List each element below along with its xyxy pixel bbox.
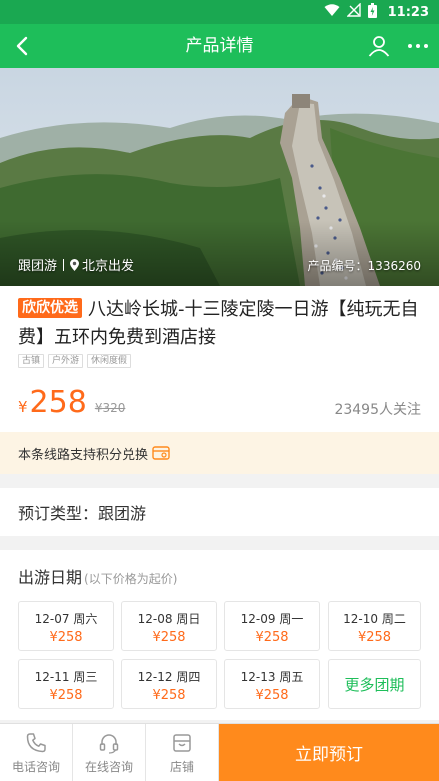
points-exchange-banner[interactable]: 本条线路支持积分兑换 [0,432,439,474]
date-label: 12-11 周三 [34,670,98,684]
battery-icon [367,2,377,22]
online-consult-button[interactable]: 在线咨询 [73,724,146,781]
brand-badge: 欣欣优选 [18,298,82,318]
headset-icon [98,731,120,755]
bottom-action-bar: 电话咨询 在线咨询 店铺 立即预订 [0,723,439,781]
travel-dates-title: 出游日期 [18,568,83,587]
status-time: 11:23 [387,4,429,20]
book-now-button[interactable]: 立即预订 [219,724,439,781]
travel-dates-section: 出游日期 (以下价格为起价) 12-07 周六 ¥258 12-08 周日 ¥25… [0,550,439,720]
status-bar: 11:23 [0,0,439,24]
product-title: 欣欣优选 八达岭长城-十三陵定陵一日游【纯玩无自费】五环内免费到酒店接 [18,296,426,352]
date-option[interactable]: 12-09 周一 ¥258 [224,601,320,651]
date-price: ¥258 [357,630,392,645]
travel-dates-note: (以下价格为起价) [84,572,178,586]
booking-type-label: 预订类型： [18,504,99,523]
phone-consult-button[interactable]: 电话咨询 [0,724,73,781]
price-currency: ¥ [18,398,28,416]
product-tag: 休闲度假 [87,354,132,368]
back-icon[interactable] [6,30,38,62]
date-option[interactable]: 12-07 周六 ¥258 [18,601,114,651]
more-dates-button[interactable]: 更多团期 [328,659,421,709]
date-label: 12-09 周一 [240,612,304,626]
divider [63,258,65,271]
no-signal-icon [345,2,361,21]
product-code: 产品编号：1336260 [308,257,421,274]
date-price: ¥258 [152,630,186,645]
date-option[interactable]: 12-13 周五 ¥258 [224,659,320,709]
date-label: 12-12 周四 [137,670,201,684]
date-label: 12-07 周六 [34,612,98,626]
app-root: 11:23 产品详情 跟团游 北京出发 产品编号：1336260 欣欣优选 八达… [0,0,439,781]
date-option[interactable]: 12-10 周二 ¥258 [328,601,421,651]
date-label: 12-08 周日 [137,612,201,626]
date-option[interactable]: 12-11 周三 ¥258 [18,659,114,709]
hero-tour-type: 跟团游 [18,259,58,274]
date-price: ¥258 [49,630,83,645]
wifi-icon [324,3,340,21]
product-info-card: 欣欣优选 八达岭长城-十三陵定陵一日游【纯玩无自费】五环内免费到酒店接 古镇 户外… [0,286,439,432]
date-option[interactable]: 12-08 周日 ¥258 [121,601,217,651]
date-price: ¥258 [255,688,289,703]
hero-departure: 北京出发 [82,259,135,274]
phone-icon [25,731,47,755]
date-price: ¥258 [49,688,83,703]
product-code-label: 产品编号： [307,259,368,273]
store-label: 店铺 [169,759,194,774]
great-wall-photo [0,68,439,286]
online-consult-label: 在线咨询 [84,759,133,774]
product-tag: 古镇 [18,354,45,368]
points-text: 本条线路支持积分兑换 [18,447,149,463]
date-label: 12-13 周五 [240,670,304,684]
date-label: 12-10 周二 [343,612,406,626]
points-coin-icon [152,445,170,461]
product-hero-image[interactable]: 跟团游 北京出发 产品编号：1336260 [0,68,439,286]
phone-consult-label: 电话咨询 [11,759,60,774]
product-code-value: 1336260 [367,259,421,273]
product-tags: 古镇 户外游 休闲度假 [18,354,132,368]
product-tag: 户外游 [48,354,84,368]
date-price: ¥258 [255,630,289,645]
travel-dates-heading: 出游日期 (以下价格为起价) [18,564,177,588]
date-option[interactable]: 12-12 周四 ¥258 [121,659,217,709]
date-price: ¥258 [152,688,186,703]
current-price: 258 [29,385,87,420]
original-price: ¥320 [94,401,126,415]
more-icon[interactable] [402,31,434,61]
location-pin-icon [70,258,80,271]
follower-count: 23495人关注 [334,402,421,418]
header-bar: 产品详情 [0,24,439,68]
booking-type-value: 跟团游 [98,504,147,523]
store-icon [171,731,193,755]
user-icon[interactable] [364,31,394,61]
hero-tour-info: 跟团游 北京出发 [18,255,134,274]
price-row: ¥ 258 ¥320 [18,385,125,420]
store-button[interactable]: 店铺 [146,724,219,781]
booking-type-row: 预订类型： 跟团游 [0,488,439,536]
